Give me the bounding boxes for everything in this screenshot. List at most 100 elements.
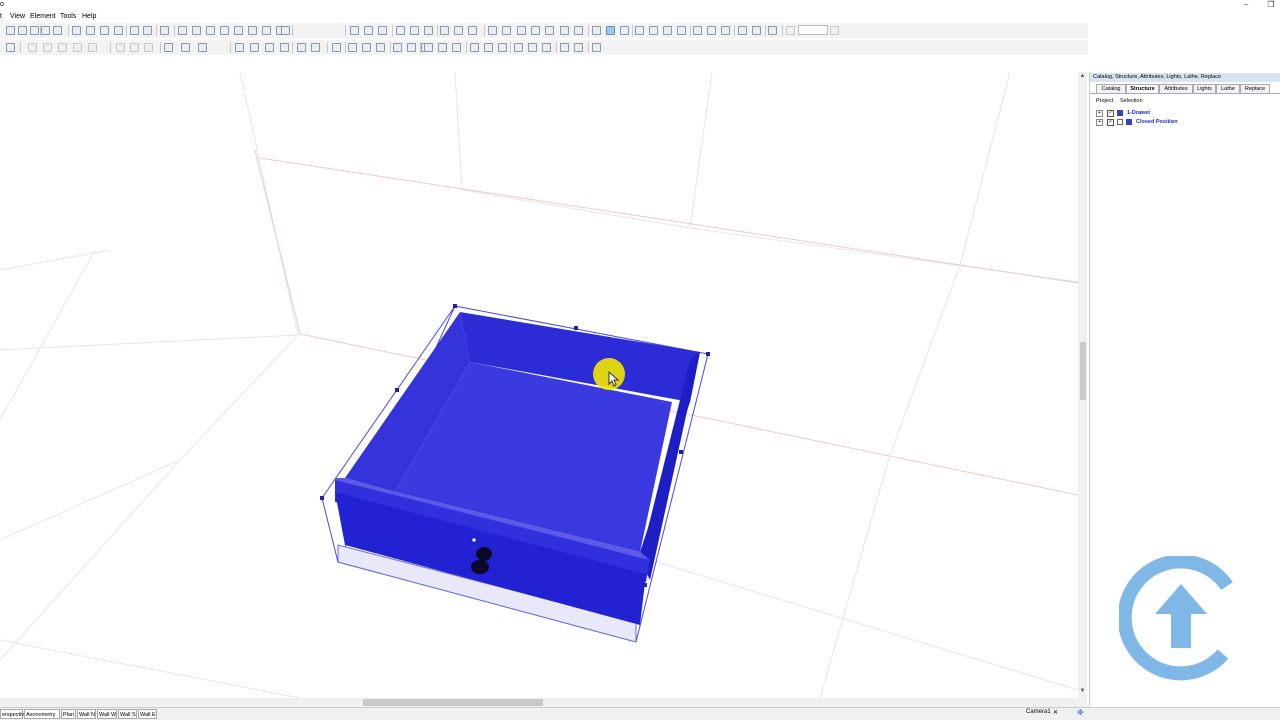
- visibility-checkbox[interactable]: ✓: [1107, 119, 1114, 126]
- toolbar-tool-icon[interactable]: [100, 26, 109, 35]
- toolbar-tool-icon[interactable]: [649, 26, 658, 35]
- toolbar-tool-icon[interactable]: [28, 43, 37, 52]
- toolbar-tool-icon[interactable]: [234, 26, 243, 35]
- horizontal-scroll-thumb[interactable]: [363, 699, 543, 706]
- toolbar-tool-icon[interactable]: [332, 43, 341, 52]
- vertical-scrollbar[interactable]: ▲ ▼: [1078, 72, 1087, 698]
- toolbar-tool-icon[interactable]: [438, 43, 447, 52]
- toolbar-tool-icon[interactable]: [768, 26, 777, 35]
- toolbar-tool-icon[interactable]: [116, 43, 125, 52]
- toolbar-tool-icon[interactable]: [573, 26, 583, 35]
- toolbar-tool-icon[interactable]: [542, 43, 551, 52]
- menu-item-tools[interactable]: Tools: [60, 13, 76, 20]
- toolbar-tool-icon[interactable]: [407, 43, 416, 52]
- tab-lathe[interactable]: Lathe: [1216, 84, 1240, 93]
- toolbar-tool-icon[interactable]: [220, 26, 229, 35]
- toolbar-tool-icon[interactable]: [738, 26, 747, 35]
- toolbar-tool-icon[interactable]: [424, 26, 433, 35]
- tab-replace[interactable]: Replace: [1240, 84, 1270, 93]
- view-tab-axonometry[interactable]: Axonometry: [24, 709, 60, 719]
- expand-icon[interactable]: +: [1096, 110, 1103, 117]
- toolbar-tool-icon[interactable]: [311, 43, 320, 52]
- toolbar-tool-icon[interactable]: [350, 26, 359, 35]
- view-tab-wall-e[interactable]: Wall E: [138, 709, 157, 719]
- toolbar-tool-icon[interactable]: [606, 26, 615, 35]
- toolbar-tool-icon[interactable]: [72, 26, 81, 35]
- toolbar-tool-icon[interactable]: [198, 43, 207, 52]
- toolbar-tool-icon[interactable]: [114, 26, 123, 35]
- 3d-viewport[interactable]: [0, 72, 1078, 698]
- toolbar-tool-icon[interactable]: [30, 26, 39, 35]
- toolbar-tool-icon[interactable]: [484, 43, 493, 52]
- toolbar-tool-icon[interactable]: [262, 26, 271, 35]
- view-tab-perspective[interactable]: erspective: [0, 709, 27, 719]
- toolbar-tool-icon[interactable]: [424, 43, 433, 52]
- toolbar-tool-icon[interactable]: [206, 26, 215, 35]
- toolbar-tool-icon[interactable]: [830, 26, 839, 35]
- toolbar-tool-icon[interactable]: [574, 43, 583, 52]
- camera-close-button[interactable]: ✕: [1053, 709, 1058, 716]
- toolbar-tool-icon[interactable]: [440, 26, 449, 35]
- toolbar-tool-icon[interactable]: [410, 26, 419, 35]
- view-tab-plan[interactable]: Plan: [61, 709, 76, 719]
- menu-item-edit[interactable]: t: [0, 13, 2, 20]
- toolbar-tool-icon[interactable]: [250, 43, 259, 52]
- toolbar-tool-icon[interactable]: [376, 43, 385, 52]
- toolbar-tool-icon[interactable]: [378, 26, 387, 35]
- toolbar-tool-icon[interactable]: [348, 43, 357, 52]
- toolbar-tool-icon[interactable]: [178, 26, 187, 35]
- toolbar-tool-icon[interactable]: [721, 26, 730, 35]
- toolbar-tool-icon[interactable]: [88, 43, 97, 52]
- zoom-combo[interactable]: [798, 25, 828, 35]
- toolbar-tool-icon[interactable]: [192, 26, 201, 35]
- toolbar-tool-icon[interactable]: [454, 26, 463, 35]
- toolbar-tool-icon[interactable]: [164, 43, 173, 52]
- toolbar-tool-icon[interactable]: [635, 26, 644, 35]
- tree-item-drawer[interactable]: + ✓ 1-Drawer: [1096, 109, 1276, 117]
- add-camera-icon[interactable]: ✥: [1077, 708, 1084, 717]
- toolbar-tool-icon[interactable]: [160, 26, 169, 35]
- toolbar-tool-icon[interactable]: [592, 26, 601, 35]
- menu-item-help[interactable]: Help: [82, 13, 96, 20]
- toolbar-tool-icon[interactable]: [43, 43, 52, 52]
- subtab-selection[interactable]: Selection: [1120, 97, 1143, 105]
- tab-catalog[interactable]: Catalog: [1096, 84, 1126, 93]
- tree-item-closed-position[interactable]: + ✓ Closed Position: [1096, 118, 1276, 126]
- toolbar-tool-icon[interactable]: [592, 43, 601, 52]
- toolbar-tool-icon[interactable]: [786, 26, 795, 35]
- menu-item-element[interactable]: Element: [30, 13, 56, 20]
- toolbar-tool-icon[interactable]: [620, 26, 629, 35]
- menu-item-view[interactable]: View: [10, 13, 25, 20]
- toolbar-tool-icon[interactable]: [514, 43, 523, 52]
- toolbar-tool-icon[interactable]: [707, 26, 716, 35]
- toolbar-tool-icon[interactable]: [41, 26, 50, 35]
- view-tab-wall-s[interactable]: Wall S: [118, 709, 137, 719]
- toolbar-tool-icon[interactable]: [545, 26, 555, 35]
- toolbar-tool-icon[interactable]: [18, 26, 27, 35]
- toolbar-tool-icon[interactable]: [280, 43, 289, 52]
- toolbar-tool-icon[interactable]: [73, 43, 82, 52]
- drawer-model[interactable]: [320, 304, 710, 643]
- toolbar-tool-icon[interactable]: [297, 43, 306, 52]
- toolbar-tool-icon[interactable]: [393, 43, 402, 52]
- visibility-checkbox[interactable]: ✓: [1107, 110, 1114, 117]
- toolbar-tool-icon[interactable]: [53, 26, 62, 35]
- toolbar-tool-icon[interactable]: [693, 26, 702, 35]
- toolbar-tool-icon[interactable]: [181, 43, 190, 52]
- toolbar-tool-icon[interactable]: [528, 43, 537, 52]
- view-tab-wall-n[interactable]: Wall N: [77, 709, 96, 719]
- toolbar-tool-icon[interactable]: [677, 26, 686, 35]
- expand-icon[interactable]: +: [1096, 119, 1103, 126]
- toolbar-tool-icon[interactable]: [498, 43, 507, 52]
- tab-attributes[interactable]: Attributes: [1159, 84, 1193, 93]
- toolbar-tool-icon[interactable]: [143, 26, 152, 35]
- toolbar-tool-icon[interactable]: [752, 26, 761, 35]
- toolbar-tool-icon[interactable]: [248, 26, 257, 35]
- tab-structure[interactable]: Structure: [1126, 84, 1159, 93]
- toolbar-tool-icon[interactable]: [362, 43, 371, 52]
- toolbar-tool-icon[interactable]: [530, 26, 540, 35]
- horizontal-scrollbar[interactable]: [0, 698, 1087, 707]
- toolbar-tool-icon[interactable]: [470, 43, 479, 52]
- toolbar-tool-icon[interactable]: [130, 26, 139, 35]
- scroll-up-icon[interactable]: ▲: [1078, 73, 1087, 79]
